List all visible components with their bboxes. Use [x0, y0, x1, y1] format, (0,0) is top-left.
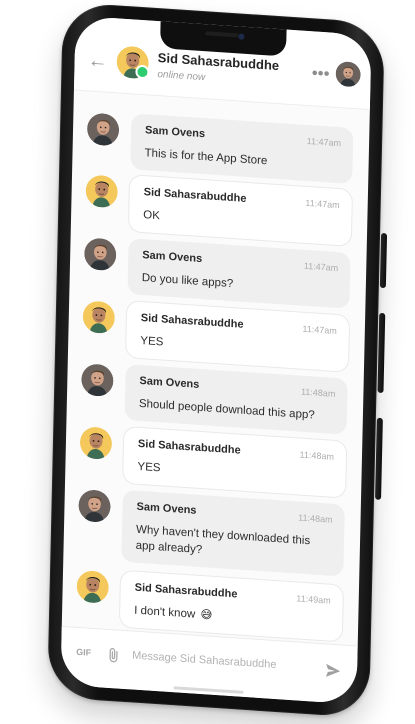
avatar-sam-icon: [78, 489, 111, 523]
send-svg: [325, 663, 341, 677]
message-text: This is for the App Store: [144, 147, 268, 168]
avatar-sid-icon: [79, 427, 112, 460]
message-text: YES: [140, 334, 164, 349]
message-bubble[interactable]: Sam Ovens 11:48am Should people download…: [124, 364, 348, 435]
message-row: Sam Ovens 11:47am This is for the App St…: [74, 109, 370, 184]
message-bubble[interactable]: Sid Sahasrabuddhe 11:49am I don't know 😅: [119, 570, 344, 642]
message-avatar[interactable]: [84, 237, 117, 271]
message-bubble[interactable]: Sid Sahasrabuddhe 11:47am OK: [128, 175, 353, 246]
avatar: [82, 300, 115, 334]
paperclip-svg: [109, 648, 118, 663]
avatar-sid-icon: [76, 570, 109, 604]
phone-side-button: [379, 232, 388, 289]
more-horizontal-icon[interactable]: •••: [308, 63, 332, 84]
phone-side-button: [375, 417, 383, 500]
message-bubble[interactable]: Sid Sahasrabuddhe 11:47am YES: [125, 301, 350, 372]
avatar: [84, 237, 117, 271]
camera-icon: [238, 33, 245, 40]
avatar-sam-icon: [87, 113, 120, 147]
avatar: [76, 570, 109, 604]
message-list: Sam Ovens 11:47am This is for the App St…: [62, 90, 370, 647]
send-icon[interactable]: [324, 661, 342, 680]
avatar-sam-icon: [81, 364, 114, 397]
phone-mockup: ← Sid Sahasrabuddhe online now ••• Sam O…: [47, 1, 388, 719]
message-emoji: 😅: [200, 609, 213, 622]
chat-screen: ← Sid Sahasrabuddhe online now ••• Sam O…: [60, 15, 372, 705]
message-avatar[interactable]: [81, 363, 114, 397]
message-bubble[interactable]: Sid Sahasrabuddhe 11:48am YES: [123, 426, 347, 498]
message-bubble[interactable]: Sam Ovens 11:47am Do you like apps?: [127, 238, 351, 309]
message-text: I don't know 😅: [134, 603, 330, 632]
message-text: Should people download this app?: [138, 397, 315, 422]
avatar-sam-icon: [335, 61, 361, 88]
message-text: Why haven't they downloaded this app alr…: [135, 523, 311, 557]
avatar-sid-icon: [85, 175, 118, 208]
phone-side-button: [377, 312, 386, 394]
message-bubble[interactable]: Sam Ovens 11:48am Why haven't they downl…: [121, 489, 345, 577]
message-text-content: I don't know: [134, 604, 196, 621]
avatar-sam-icon: [84, 238, 117, 271]
back-arrow-icon[interactable]: ←: [87, 49, 107, 72]
avatar: [81, 363, 114, 397]
avatar: [335, 61, 361, 88]
avatar-sid-icon: [82, 301, 115, 334]
message-avatar[interactable]: [79, 426, 113, 460]
gif-button[interactable]: GIF: [76, 647, 91, 658]
message-text: Do you like apps?: [141, 272, 234, 291]
header-avatar[interactable]: [116, 45, 150, 80]
avatar: [79, 426, 113, 460]
profile-avatar[interactable]: [335, 61, 361, 88]
home-indicator: [173, 686, 244, 694]
online-status-indicator: [135, 64, 150, 80]
paperclip-icon[interactable]: [107, 646, 121, 665]
message-avatar[interactable]: [82, 300, 115, 334]
avatar: [87, 112, 120, 147]
message-avatar[interactable]: [76, 570, 109, 604]
message-bubble[interactable]: Sam Ovens 11:47am This is for the App St…: [130, 113, 354, 184]
avatar: [78, 489, 111, 523]
message-avatar[interactable]: [78, 489, 111, 523]
contact-status: online now: [157, 69, 206, 84]
message-text: OK: [143, 209, 160, 223]
device-mockup-stage: ← Sid Sahasrabuddhe online now ••• Sam O…: [0, 0, 415, 724]
phone-frame: ← Sid Sahasrabuddhe online now ••• Sam O…: [47, 1, 385, 719]
speaker-icon: [205, 31, 242, 38]
message-input[interactable]: [131, 642, 298, 680]
message-text: YES: [137, 460, 161, 475]
avatar: [85, 174, 118, 208]
message-avatar[interactable]: [85, 174, 118, 208]
message-avatar[interactable]: [87, 112, 120, 147]
